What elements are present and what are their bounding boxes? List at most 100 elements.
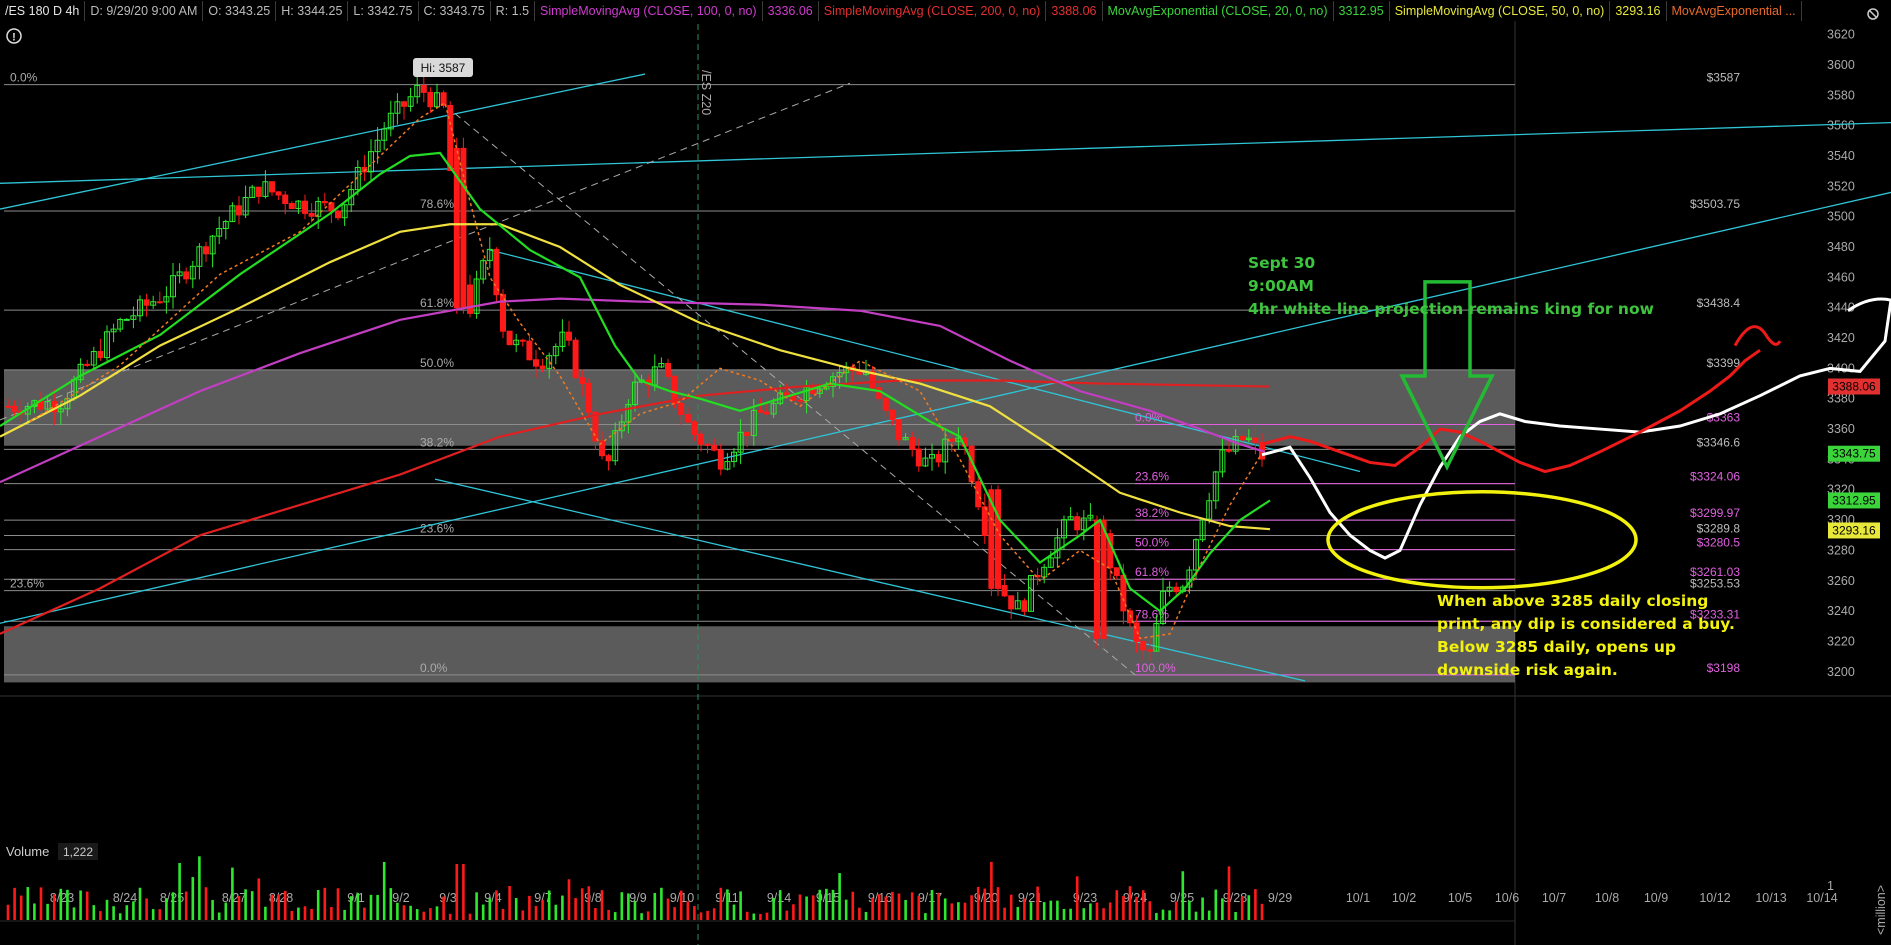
candle-body <box>302 200 308 214</box>
volume-bar <box>561 895 564 920</box>
volume-bar <box>627 893 630 920</box>
volume-bar <box>970 895 973 920</box>
volume-bar <box>937 892 940 920</box>
info-icon-glyph: ! <box>12 32 16 44</box>
volume-bar <box>739 891 742 920</box>
volume-bar <box>528 895 531 920</box>
volume-bar <box>1188 900 1191 920</box>
volume-bar <box>191 877 195 920</box>
volume-bar <box>85 891 89 920</box>
volume-bar <box>336 888 340 920</box>
volume-bar <box>376 894 379 920</box>
x-tick-label: 10/2 <box>1392 891 1416 905</box>
volume-bar <box>976 886 980 920</box>
volume-bar <box>805 896 808 920</box>
drawing-tools-icon[interactable] <box>1867 8 1879 20</box>
volume-bar <box>693 906 696 920</box>
volume-bar <box>165 898 168 920</box>
candle-body <box>467 284 473 314</box>
volume-bar <box>396 902 399 920</box>
price-chart[interactable]: /ES Z20320032203240326032803300332033403… <box>0 0 1891 945</box>
x-tick-label: 10/6 <box>1495 891 1519 905</box>
volume-bar <box>462 864 465 920</box>
volume-bar <box>950 903 954 920</box>
volume-bar <box>1009 894 1013 920</box>
price-level-label: $3399 <box>1707 356 1741 370</box>
candle-body <box>1094 519 1100 639</box>
candle-body <box>1074 516 1081 531</box>
volume-bar <box>1194 911 1198 920</box>
volume-bar <box>132 901 135 920</box>
volume-bar <box>1234 912 1237 920</box>
candle-body <box>335 210 341 219</box>
candle-body <box>460 147 467 309</box>
volume-bar <box>363 907 366 920</box>
volume-bar <box>303 906 307 920</box>
price-level-label: $3438.4 <box>1697 296 1741 310</box>
candle-body <box>427 91 434 108</box>
volume-bar <box>257 878 261 920</box>
y-tick-label: 3520 <box>1827 179 1855 193</box>
y-tick-label: 3480 <box>1827 240 1855 254</box>
volume-bar <box>963 902 967 920</box>
y-tick-label: 3360 <box>1827 422 1855 436</box>
volume-bar <box>1049 900 1053 920</box>
volume-bar <box>983 888 987 920</box>
volume-bar <box>356 893 360 920</box>
volume-bar <box>891 891 894 920</box>
volume-bar <box>19 895 23 920</box>
volume-bar <box>112 906 115 920</box>
volume-bar <box>580 888 584 920</box>
volume-value: 1,222 <box>63 845 93 859</box>
volume-bar <box>415 909 419 920</box>
volume-units-label: <million> <box>1874 885 1888 935</box>
support-resistance-zone <box>4 369 1515 446</box>
volume-bar <box>858 907 861 920</box>
volume-bar <box>897 893 901 920</box>
volume-bar <box>1016 906 1020 920</box>
volume-bar <box>1227 866 1231 920</box>
volume-bar <box>72 907 76 920</box>
volume-bar <box>838 873 841 920</box>
y-tick-label: 3280 <box>1827 543 1855 557</box>
annotation-note-line: print, any dip is considered a buy. <box>1437 615 1735 633</box>
candle-body <box>5 405 11 408</box>
volume-bar <box>1148 901 1152 920</box>
price-level-label: $3587 <box>1707 71 1741 85</box>
volume-bar <box>541 899 544 920</box>
volume-bar <box>1003 907 1006 920</box>
y-tick-label: 3420 <box>1827 331 1855 345</box>
volume-bar <box>877 894 881 920</box>
x-tick-label: 9/3 <box>439 891 456 905</box>
support-resistance-zone <box>4 626 1515 683</box>
volume-bar <box>1240 896 1244 920</box>
volume-bar <box>382 861 386 920</box>
x-tick-label: 10/1 <box>1346 891 1370 905</box>
volume-bar <box>871 897 874 920</box>
volume-bar <box>732 904 736 920</box>
volume-bar <box>831 889 835 920</box>
candle-body <box>282 194 289 205</box>
volume-bar <box>884 896 888 920</box>
y-tick-label: 3600 <box>1827 58 1855 72</box>
annotation-note-line: downside risk again. <box>1437 661 1618 679</box>
volume-bar <box>1201 897 1204 920</box>
volume-bar <box>930 889 934 920</box>
annotation-note-line: Below 3285 daily, opens up <box>1437 638 1676 656</box>
candle-body <box>882 397 889 411</box>
candle-body <box>539 365 546 369</box>
candle-body <box>1021 600 1028 612</box>
y-tick-label: 3620 <box>1827 28 1855 42</box>
volume-bar <box>646 911 650 920</box>
candle-body <box>519 339 526 342</box>
y-tick-label: 3240 <box>1827 604 1855 618</box>
volume-bar <box>785 910 789 920</box>
volume-bar <box>290 910 294 920</box>
volume-bar <box>1023 898 1026 920</box>
volume-bar <box>534 905 538 920</box>
volume-bar <box>501 908 505 920</box>
volume-bar <box>409 905 412 920</box>
candle-body <box>711 444 718 451</box>
fib-label: 78.6% <box>1135 607 1169 621</box>
volume-bar <box>244 889 247 920</box>
